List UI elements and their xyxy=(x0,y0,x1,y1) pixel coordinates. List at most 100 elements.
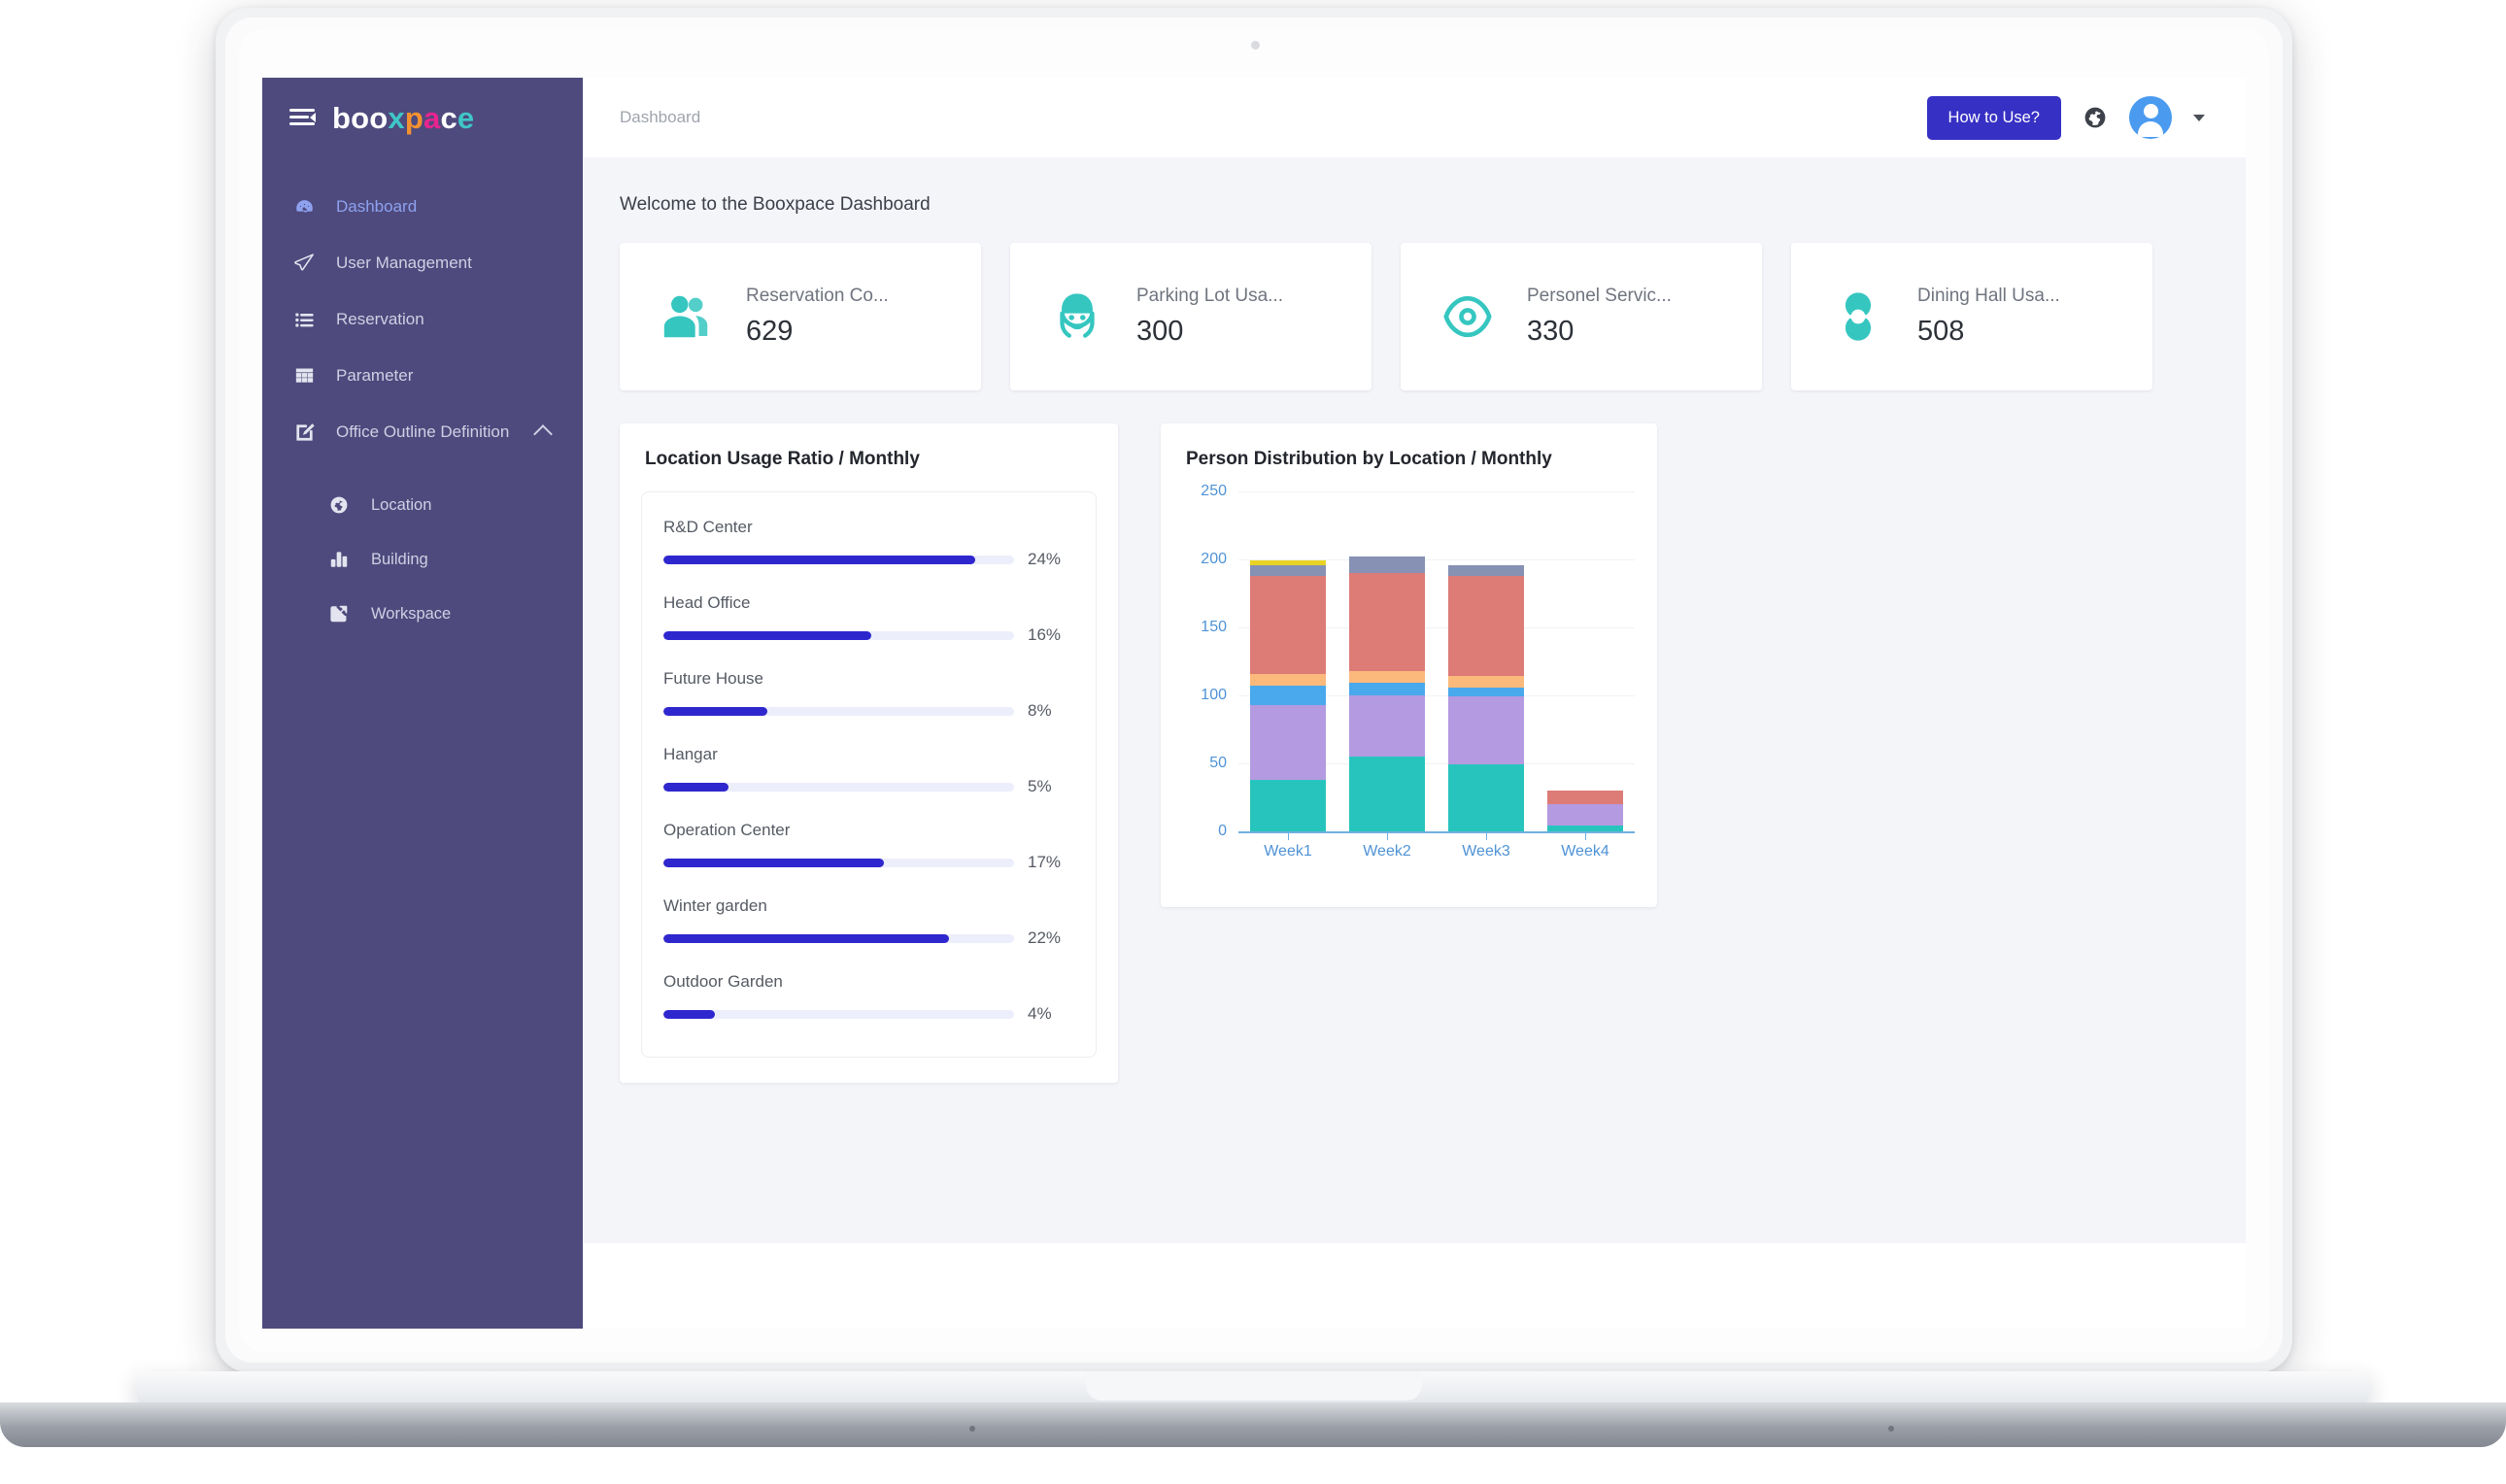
welcome-text: Welcome to the Booxpace Dashboard xyxy=(620,194,931,215)
bar-segment xyxy=(1250,686,1326,705)
how-to-use-button[interactable]: How to Use? xyxy=(1926,95,2061,140)
list-icon xyxy=(291,307,317,332)
usage-bar-line: 16% xyxy=(663,625,1074,645)
bar-segment xyxy=(1250,575,1326,674)
bar-segment xyxy=(1349,683,1425,695)
usage-bar-line: 8% xyxy=(663,701,1074,721)
location-usage-panel: Location Usage Ratio / Monthly R&D Cente… xyxy=(620,423,1118,1083)
base-foot-dot xyxy=(1888,1426,1894,1432)
usage-row-label: R&D Center xyxy=(663,518,753,536)
sidebar-item-label: Workspace xyxy=(371,604,452,623)
sidebar-brand-row: booxpace xyxy=(262,78,583,157)
bar-column[interactable] xyxy=(1338,491,1437,840)
users-icon xyxy=(657,287,717,347)
brand-logo[interactable]: booxpace xyxy=(332,103,474,133)
usage-bar-line: 4% xyxy=(663,1004,1074,1024)
laptop-trackpad-notch xyxy=(1086,1371,1422,1400)
usage-bar-line: 5% xyxy=(663,777,1074,796)
bar-segment xyxy=(1448,575,1524,677)
bar-column[interactable] xyxy=(1437,491,1536,840)
sidebar-item-location[interactable]: Location xyxy=(262,478,583,532)
stat-card[interactable]: Dining Hall Usa... 508 xyxy=(1791,243,2152,390)
bar-segment xyxy=(1547,791,1623,805)
dashboard-gauge-icon xyxy=(291,194,317,219)
sidebar-item-building[interactable]: Building xyxy=(262,532,583,587)
panel-row: Location Usage Ratio / Monthly R&D Cente… xyxy=(620,423,2246,1083)
globe-icon xyxy=(326,492,352,518)
globe-icon[interactable] xyxy=(2083,105,2108,130)
x-axis-tick-label: Week2 xyxy=(1363,843,1411,860)
usage-progress-track xyxy=(663,555,1014,564)
bar-stack xyxy=(1448,564,1524,831)
sidebar-item-label: Dashboard xyxy=(336,197,418,216)
stat-card[interactable]: Reservation Co... 629 xyxy=(620,243,981,390)
y-axis-tick-label: 100 xyxy=(1201,687,1227,703)
stat-card-label: Reservation Co... xyxy=(746,286,889,306)
usage-row: Head Office 16% xyxy=(663,593,1074,645)
bar-group xyxy=(1238,491,1635,840)
bar-segment xyxy=(1349,556,1425,574)
sidebar-item-parameter[interactable]: Parameter xyxy=(262,348,583,404)
usage-progress-track xyxy=(663,706,1014,716)
stat-card-value: 300 xyxy=(1136,316,1184,347)
sidebar-item-office-outline-definition[interactable]: Office Outline Definition xyxy=(262,404,583,460)
logo-part-1: boo xyxy=(332,100,389,135)
logo-part-5: c xyxy=(440,100,457,135)
avatar-head xyxy=(2143,104,2158,118)
screenshot-stage: booxpace Dashboard User Management Reser… xyxy=(0,0,2506,1484)
edit-square-icon xyxy=(291,420,317,445)
panel-title: Location Usage Ratio / Monthly xyxy=(645,449,920,469)
usage-row-label: Outdoor Garden xyxy=(663,972,783,991)
sidebar-item-dashboard[interactable]: Dashboard xyxy=(262,179,583,235)
usage-progress-track xyxy=(663,858,1014,867)
stat-card-text: Personel Servic... 330 xyxy=(1527,286,1672,348)
bar-segment xyxy=(1349,573,1425,671)
chevron-up-icon[interactable] xyxy=(533,424,553,444)
stat-card-label: Personel Servic... xyxy=(1527,286,1672,306)
bar-segment xyxy=(1547,804,1623,826)
sidebar-item-label: Location xyxy=(371,495,432,514)
x-axis-line xyxy=(1238,831,1635,833)
usage-row-label: Hangar xyxy=(663,745,718,763)
laptop-base-front xyxy=(0,1402,2506,1447)
usage-row-label: Future House xyxy=(663,669,763,688)
usage-row-value: 24% xyxy=(1028,550,1062,568)
stat-card-label: Dining Hall Usa... xyxy=(1917,286,2060,306)
y-axis-tick-label: 0 xyxy=(1218,823,1227,839)
logo-part-6: e xyxy=(457,100,475,135)
sidebar-item-workspace[interactable]: Workspace xyxy=(262,587,583,641)
usage-progress-track xyxy=(663,782,1014,792)
x-axis-labels: Week1 Week2 Week3 Week4 xyxy=(1238,843,1635,860)
y-axis-labels: 0 50 100 150 200 250 xyxy=(1184,483,1235,839)
usage-bar-line: 17% xyxy=(663,853,1074,872)
bar-stack xyxy=(1547,791,1623,831)
chevron-down-icon[interactable] xyxy=(2193,114,2205,121)
stat-card-text: Reservation Co... 629 xyxy=(746,286,889,348)
menu-collapse-icon[interactable] xyxy=(289,108,316,127)
usage-progress-fill xyxy=(663,706,767,716)
webcam-icon xyxy=(1251,41,1260,50)
user-avatar-icon[interactable] xyxy=(2129,96,2172,139)
usage-bar-line: 22% xyxy=(663,928,1074,948)
bar-column[interactable] xyxy=(1238,491,1338,840)
usage-row-value: 8% xyxy=(1028,701,1052,720)
usage-row: Operation Center 17% xyxy=(663,821,1074,872)
sidebar-item-reservation[interactable]: Reservation xyxy=(262,291,583,348)
logo-part-3: p xyxy=(404,100,424,135)
stat-card-value: 508 xyxy=(1917,316,1965,347)
logo-part-4: a xyxy=(423,100,441,135)
usage-row-label: Winter garden xyxy=(663,896,767,915)
stat-card-value: 330 xyxy=(1527,316,1575,347)
bar-column[interactable] xyxy=(1536,491,1635,840)
sidebar-item-label: User Management xyxy=(336,253,472,272)
usage-row-value: 5% xyxy=(1028,777,1052,795)
sidebar-item-user-management[interactable]: User Management xyxy=(262,235,583,291)
usage-row-value: 16% xyxy=(1028,625,1062,644)
bar-segment xyxy=(1448,687,1524,697)
stat-card[interactable]: Personel Servic... 330 xyxy=(1401,243,1762,390)
plot-area xyxy=(1238,491,1635,840)
stat-card[interactable]: Parking Lot Usa... 300 xyxy=(1010,243,1372,390)
eye-icon xyxy=(1438,287,1498,347)
main-content: Welcome to the Booxpace Dashboard Reserv… xyxy=(583,157,2246,1243)
sidebar: booxpace Dashboard User Management Reser… xyxy=(262,78,583,1329)
